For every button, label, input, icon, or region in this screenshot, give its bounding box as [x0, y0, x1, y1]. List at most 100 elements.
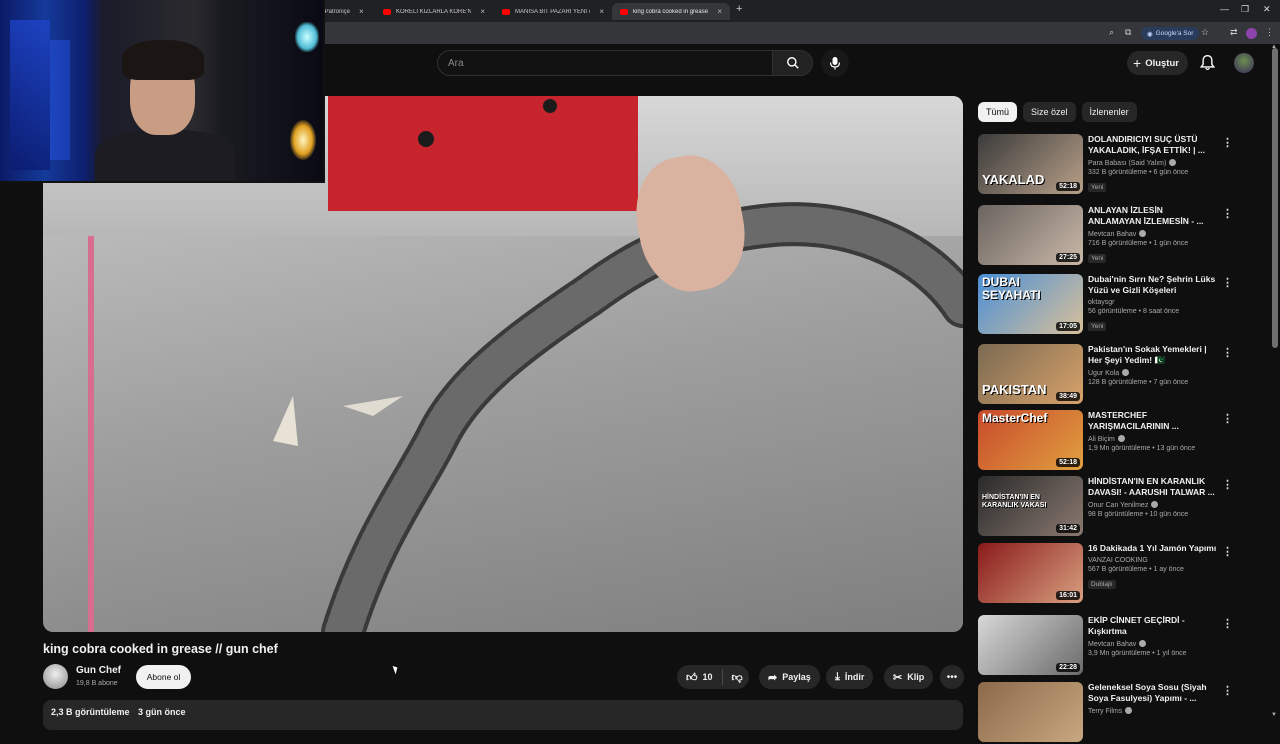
recommendation-title[interactable]: ANLAYAN İZLESİN ANLAMAYAN İZLEMESİN - ..… — [1088, 205, 1218, 227]
verified-icon — [1125, 707, 1133, 714]
recommendation-title[interactable]: HİNDİSTAN'IN EN KARANLIK DAVASI! - AARUS… — [1088, 476, 1218, 498]
verified-icon — [1122, 369, 1130, 376]
page-scrollbar[interactable] — [1272, 48, 1278, 348]
minimize-icon[interactable]: — — [1220, 4, 1229, 14]
recommendation-info: Dubai'nin Sırrı Ne? Şehrin Lüks Yüzü ve … — [1088, 274, 1218, 333]
video-thumbnail[interactable]: DUBAI SEYAHATI 17:05 — [978, 274, 1083, 334]
recommendation-item[interactable]: HİNDİSTAN'IN EN KARANLIK VAKASI 31:42 HİND… — [978, 476, 1268, 538]
close-icon[interactable]: × — [599, 7, 604, 16]
channel-avatar[interactable] — [43, 664, 68, 689]
share-button[interactable]: ➦ Paylaş — [759, 665, 820, 689]
recommendation-title[interactable]: Pakistan'ın Sokak Yemekleri | Her Şeyi Y… — [1088, 344, 1218, 366]
description-box[interactable]: 2,3 B görüntüleme 3 gün önce — [43, 700, 963, 730]
recommendation-channel[interactable]: Ugur Kola — [1088, 370, 1119, 377]
video-thumbnail[interactable]: MasterChef 52:18 — [978, 410, 1083, 470]
browser-tab-2[interactable]: KORELİ KIZLARLA KORE'NİN EN × — [375, 3, 493, 20]
notifications-button[interactable] — [1199, 54, 1216, 76]
browser-profile-avatar[interactable] — [1246, 28, 1257, 39]
video-thumbnail[interactable]: 22:28 — [978, 615, 1083, 675]
recommendation-channel[interactable]: Onur Can Yenilmez — [1088, 502, 1148, 509]
more-actions-button[interactable]: ••• — [940, 665, 964, 689]
recommendation-channel[interactable]: Terry Films — [1088, 708, 1122, 715]
recommendation-channel-row: Terry Films — [1088, 707, 1218, 715]
search-input[interactable]: Ara — [437, 50, 773, 76]
window-close-icon[interactable]: ✕ — [1263, 4, 1271, 15]
account-avatar[interactable] — [1234, 53, 1254, 73]
video-thumbnail[interactable]: 16:01 — [978, 543, 1083, 603]
zoom-icon[interactable]: ⌕ — [1109, 27, 1114, 38]
scroll-down-icon[interactable]: ▼ — [1271, 712, 1277, 718]
recommendation-channel-row: VANZAI COOKING — [1088, 557, 1218, 564]
recommendation-item[interactable]: PAKISTAN 38:49 Pakistan'ın Sokak Yemekleri… — [978, 344, 1268, 406]
filter-chips: Tümü Size özel İzlenenler — [978, 102, 1137, 122]
recommendation-item[interactable]: 22:28 EKİP CİNNET GEÇİRDİ - Kışkırtma Mevt… — [978, 615, 1268, 677]
maximize-icon[interactable]: ❐ — [1241, 4, 1249, 15]
clip-button[interactable]: ✂ Klip — [884, 665, 934, 689]
recommendation-title[interactable]: EKİP CİNNET GEÇİRDİ - Kışkırtma — [1088, 615, 1218, 637]
like-button[interactable]: 👍︎ 10 — [686, 671, 713, 684]
new-tab-icon[interactable]: + — [736, 3, 742, 15]
browser-tab-3[interactable]: MANİSA BİT PAZARI YENİ #23 × — [494, 3, 612, 20]
recommendation-title[interactable]: 16 Dakikada 1 Yıl Jamón Yapımı — [1088, 543, 1218, 554]
dislike-button[interactable]: 👎︎ — [732, 671, 743, 684]
recommendation-channel[interactable]: Para Babası (Said Yalım) — [1088, 160, 1166, 167]
webcam-lamp — [295, 22, 319, 52]
browser-menu-icon[interactable]: ⋮ — [1265, 27, 1274, 38]
chip-all[interactable]: Tümü — [978, 102, 1018, 122]
more-vertical-icon[interactable]: ⋮ — [1222, 346, 1233, 359]
more-vertical-icon[interactable]: ⋮ — [1222, 207, 1233, 220]
recommendation-title[interactable]: Dubai'nin Sırrı Ne? Şehrin Lüks Yüzü ve … — [1088, 274, 1218, 296]
install-app-icon[interactable]: ⧉ — [1125, 27, 1131, 38]
channel-name[interactable]: Gun Chef — [76, 665, 121, 676]
chip-for-you[interactable]: Size özel — [1023, 102, 1076, 122]
voice-search-button[interactable] — [821, 49, 849, 77]
recommendation-item[interactable]: MasterChef 52:18 MASTERCHEF YARIŞMACILARIN… — [978, 410, 1268, 472]
youtube-favicon-icon — [620, 8, 628, 15]
video-thumbnail[interactable]: YAKALAD 52:18 — [978, 134, 1083, 194]
more-vertical-icon[interactable]: ⋮ — [1222, 478, 1233, 491]
recommendation-title[interactable]: Geleneksel Soya Sosu (Siyah Soya Fasulye… — [1088, 682, 1218, 704]
chip-watched[interactable]: İzlenenler — [1081, 102, 1137, 122]
close-icon[interactable]: × — [359, 7, 364, 16]
search-icon — [786, 57, 799, 69]
scroll-up-icon[interactable]: ▲ — [1271, 44, 1277, 50]
thumbnail-text: HİNDİSTAN'IN EN KARANLIK VAKASI — [982, 494, 1047, 509]
more-vertical-icon[interactable]: ⋮ — [1222, 684, 1233, 697]
recommendation-item[interactable]: Geleneksel Soya Sosu (Siyah Soya Fasulye… — [978, 682, 1268, 744]
create-button[interactable]: + Oluştur — [1127, 51, 1188, 75]
recommendation-channel[interactable]: Mevtcan Bahav — [1088, 641, 1136, 648]
recommendation-item[interactable]: 16:01 16 Dakikada 1 Yıl Jamón Yapımı VANZA… — [978, 543, 1268, 605]
more-vertical-icon[interactable]: ⋮ — [1222, 617, 1233, 630]
subscribe-button[interactable]: Abone ol — [136, 665, 191, 689]
recommendation-item[interactable]: YAKALAD 52:18 DOLANDIRICIYI SUÇ ÜSTÜ YAKAL… — [978, 134, 1268, 196]
divider — [721, 669, 723, 685]
thumbs-down-icon: 👎︎ — [731, 671, 743, 684]
download-button[interactable]: ⤓ İndir — [826, 665, 874, 689]
recommendation-channel[interactable]: Ali Biçim — [1088, 436, 1115, 443]
recommendation-views: 98 B görüntüleme — [1088, 511, 1144, 518]
recommendation-channel[interactable]: oktaysgr — [1088, 299, 1114, 306]
share-icon: ➦ — [768, 671, 778, 684]
recommendation-title[interactable]: DOLANDIRICIYI SUÇ ÜSTÜ YAKALADIK, İFŞA E… — [1088, 134, 1218, 156]
video-thumbnail[interactable] — [978, 682, 1083, 742]
google-sor-button[interactable]: ◉ Google'a Sor — [1141, 27, 1200, 40]
browser-tab-active[interactable]: king cobra cooked in grease // × — [612, 3, 730, 20]
search-button[interactable] — [772, 50, 813, 76]
thumbnail-text: YAKALAD — [982, 172, 1045, 187]
video-thumbnail[interactable]: 27:25 — [978, 205, 1083, 265]
recommendation-title[interactable]: MASTERCHEF YARIŞMACILARININ ... — [1088, 410, 1218, 432]
close-icon[interactable]: × — [717, 7, 722, 16]
more-vertical-icon[interactable]: ⋮ — [1222, 276, 1233, 289]
video-thumbnail[interactable]: PAKISTAN 38:49 — [978, 344, 1083, 404]
recommendation-item[interactable]: DUBAI SEYAHATI 17:05 Dubai'nin Sırrı Ne? Ş… — [978, 274, 1268, 336]
recommendation-item[interactable]: 27:25 ANLAYAN İZLESİN ANLAMAYAN İZLEMESİN… — [978, 205, 1268, 267]
close-icon[interactable]: × — [480, 7, 485, 16]
more-vertical-icon[interactable]: ⋮ — [1222, 412, 1233, 425]
more-vertical-icon[interactable]: ⋮ — [1222, 545, 1233, 558]
bookmark-star-icon[interactable]: ☆ — [1201, 27, 1209, 38]
recommendation-channel[interactable]: Mevtcan Bahav — [1088, 231, 1136, 238]
extensions-icon[interactable]: ⇄ — [1230, 27, 1238, 38]
video-thumbnail[interactable]: HİNDİSTAN'IN EN KARANLIK VAKASI 31:42 — [978, 476, 1083, 536]
more-vertical-icon[interactable]: ⋮ — [1222, 136, 1233, 149]
recommendation-channel[interactable]: VANZAI COOKING — [1088, 557, 1148, 564]
